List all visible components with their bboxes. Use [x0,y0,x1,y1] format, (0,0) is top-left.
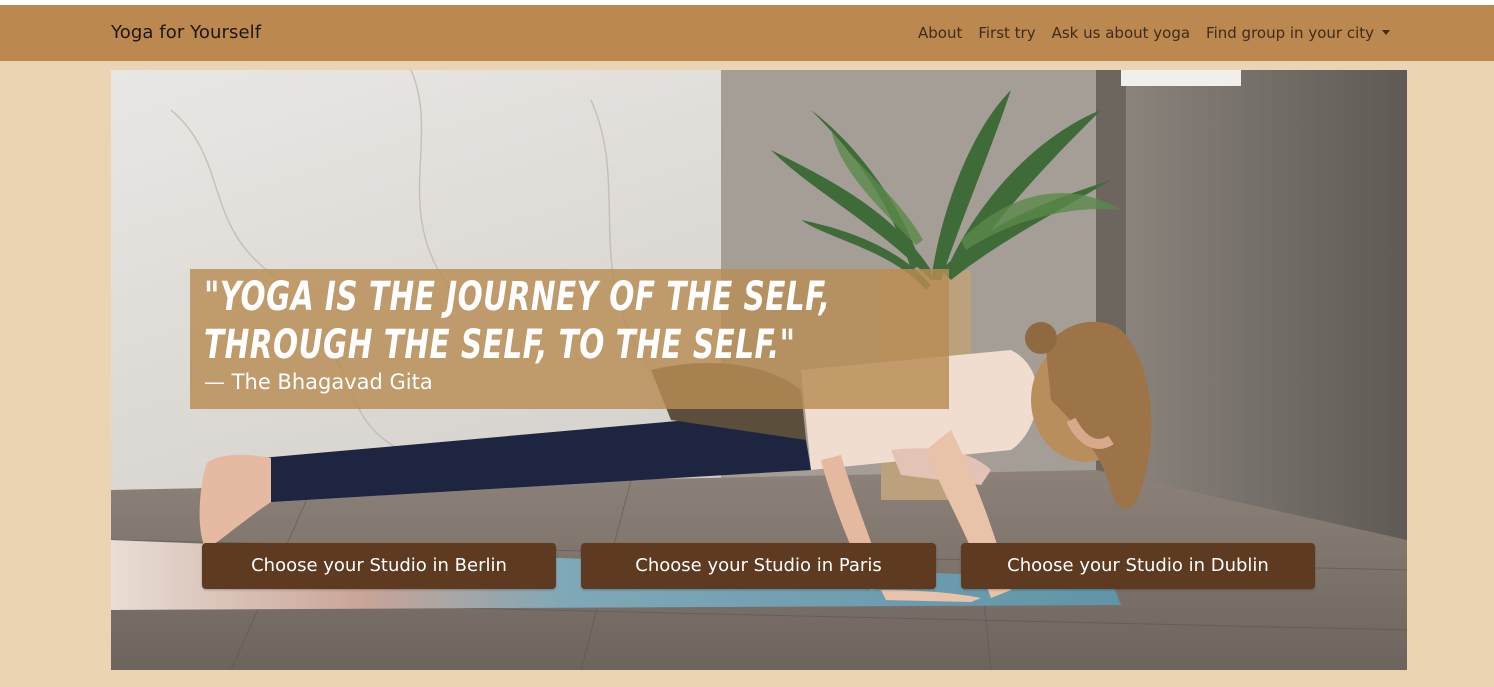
dublin-studio-button[interactable]: Choose your Studio in Dublin [961,543,1315,589]
quote-author: — The Bhagavad Gita [204,370,433,394]
brand-link[interactable]: Yoga for Yourself [111,5,261,61]
nav-dropdown-find-group[interactable]: Find group in your city [1198,5,1398,61]
quote-text: "Yoga is the journey of the self, throug… [204,274,831,368]
nav-link-ask-us[interactable]: Ask us about yoga [1044,5,1198,61]
nav-dropdown-label: Find group in your city [1206,24,1374,42]
caret-down-icon [1382,30,1390,35]
navbar: Yoga for Yourself About First try Ask us… [0,5,1494,61]
berlin-studio-button[interactable]: Choose your Studio in Berlin [202,543,556,589]
nav-link-about[interactable]: About [910,5,970,61]
paris-studio-button[interactable]: Choose your Studio in Paris [581,543,936,589]
hero-section: "Yoga is the journey of the self, throug… [111,70,1407,670]
nav-menu: About First try Ask us about yoga Find g… [910,5,1398,61]
nav-link-first-try[interactable]: First try [970,5,1043,61]
quote-overlay: "Yoga is the journey of the self, throug… [190,269,949,409]
